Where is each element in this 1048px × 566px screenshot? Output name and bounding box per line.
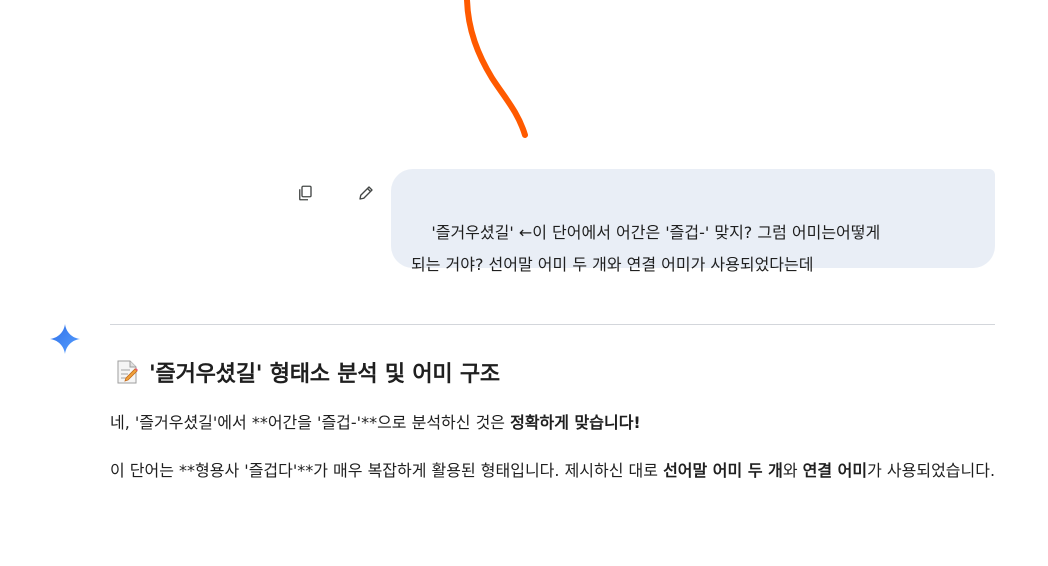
copy-icon: [299, 185, 312, 201]
chat-page: '즐거우셨길' ←이 단어에서 어간은 '즐겁-' 맞지? 그럼 어미는어떻게 …: [0, 0, 1048, 566]
pencil-icon: [359, 186, 373, 200]
response-paragraph-1: 네, '즐거우셨길'에서 **어간을 '즐겁-'**으로 분석하신 것은 정확하…: [110, 413, 641, 432]
edit-button[interactable]: [353, 180, 379, 206]
memo-icon: [117, 360, 138, 384]
user-message-actions: [292, 180, 379, 206]
copy-button[interactable]: [292, 180, 318, 206]
response-paragraph-2: 이 단어는 **형용사 '즐겁다'**가 매우 복잡하게 활용된 형태입니다. …: [110, 461, 996, 480]
assistant-response: '즐거우셨길' 형태소 분석 및 어미 구조 네, '즐거우셨길'에서 **어간…: [110, 356, 1000, 502]
gemini-sparkle-icon: [50, 324, 80, 354]
response-title: '즐거우셨길' 형태소 분석 및 어미 구조: [149, 362, 500, 387]
user-message-text: '즐거우셨길' ←이 단어에서 어간은 '즐겁-' 맞지? 그럼 어미는어떻게 …: [411, 223, 881, 274]
user-message-bubble: '즐거우셨길' ←이 단어에서 어간은 '즐겁-' 맞지? 그럼 어미는어떻게 …: [391, 169, 995, 274]
response-heading: '즐거우셨길' 형태소 분석 및 어미 구조: [115, 356, 1000, 388]
response-divider: [110, 324, 995, 325]
